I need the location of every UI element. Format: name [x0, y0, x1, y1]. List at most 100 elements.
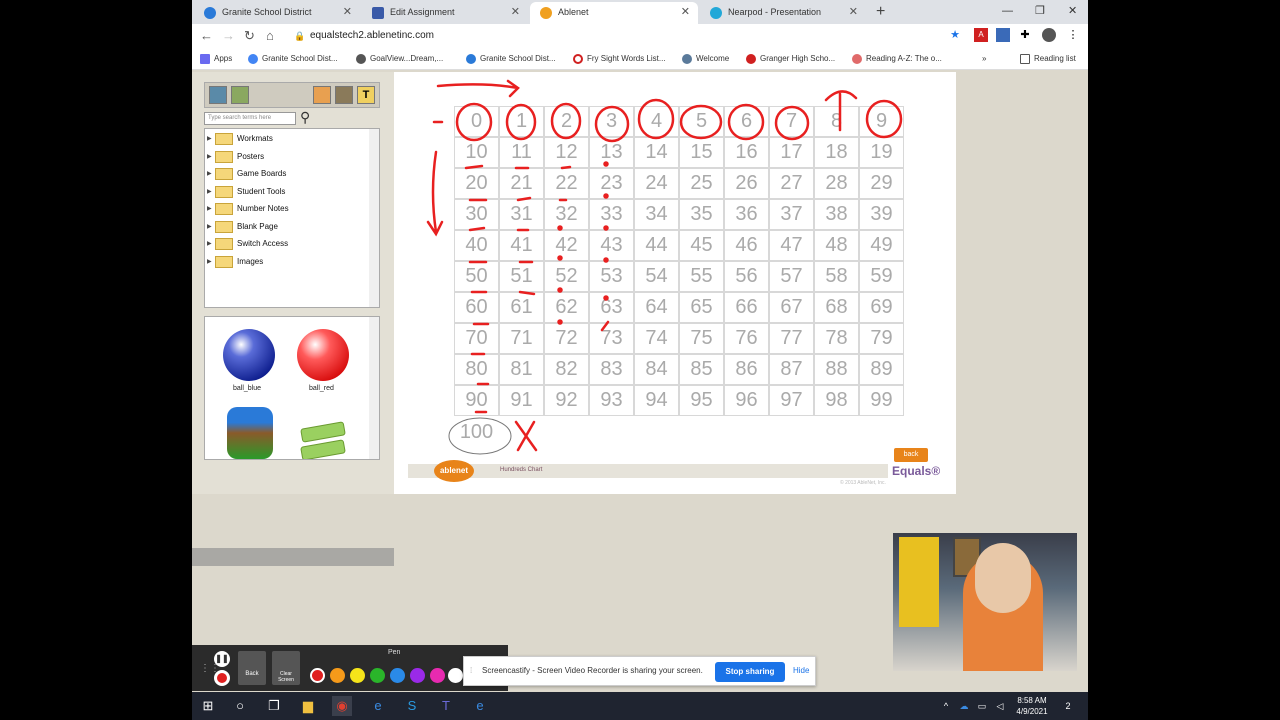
number-cell[interactable]: 7	[769, 106, 814, 137]
character-image[interactable]	[227, 407, 273, 459]
bookmark-overflow[interactable]: »	[982, 52, 986, 66]
ie-icon[interactable]: e	[470, 696, 490, 716]
number-cell[interactable]: 15	[679, 137, 724, 168]
bookmark-goalview[interactable]: GoalView...Dream,...	[356, 52, 443, 66]
number-cell[interactable]: 52	[544, 261, 589, 292]
folder-switch-access[interactable]: ▶ Switch Access	[207, 236, 367, 252]
number-cell[interactable]: 0	[454, 106, 499, 137]
color-orange[interactable]	[330, 668, 345, 683]
number-cell[interactable]: 32	[544, 199, 589, 230]
number-cell[interactable]: 37	[769, 199, 814, 230]
expand-arrow-icon[interactable]: ▶	[207, 184, 212, 200]
expand-arrow-icon[interactable]: ▶	[207, 149, 212, 165]
number-cell[interactable]: 79	[859, 323, 904, 354]
expand-arrow-icon[interactable]: ▶	[207, 236, 212, 252]
tab-granite[interactable]: Granite School District ✕	[194, 2, 360, 24]
number-cell[interactable]: 10	[454, 137, 499, 168]
number-cell[interactable]: 17	[769, 137, 814, 168]
number-cell[interactable]: 16	[724, 137, 769, 168]
number-cell[interactable]: 55	[679, 261, 724, 292]
number-cell[interactable]: 5	[679, 106, 724, 137]
folder-game-boards[interactable]: ▶ Game Boards	[207, 166, 367, 182]
number-cell[interactable]: 87	[769, 354, 814, 385]
number-cell[interactable]: 89	[859, 354, 904, 385]
expand-arrow-icon[interactable]: ▶	[207, 201, 212, 217]
number-cell[interactable]: 71	[499, 323, 544, 354]
clear-screen-button[interactable]: Clear Screen	[272, 651, 300, 685]
number-cell[interactable]: 23	[589, 168, 634, 199]
number-cell[interactable]: 2	[544, 106, 589, 137]
back-arrow-icon[interactable]: ←	[200, 28, 213, 44]
number-cell[interactable]: 14	[634, 137, 679, 168]
search-icon[interactable]: ○	[230, 696, 250, 716]
back-button[interactable]: back	[894, 448, 928, 462]
number-cell[interactable]: 44	[634, 230, 679, 261]
number-cell[interactable]: 39	[859, 199, 904, 230]
hide-button[interactable]: Hide	[793, 666, 809, 675]
folder-blank-page[interactable]: ▶ Blank Page	[207, 219, 367, 235]
pen-tool-icon[interactable]	[335, 86, 353, 104]
edit-icon[interactable]	[231, 86, 249, 104]
grid-icon[interactable]	[313, 86, 331, 104]
expand-arrow-icon[interactable]: ▶	[207, 219, 212, 235]
pause-icon[interactable]: ❚❚	[214, 651, 230, 667]
url-field[interactable]: 🔒 equalstech2.ablenetinc.com	[286, 27, 966, 45]
close-icon[interactable]: ✕	[511, 2, 520, 22]
skype-icon[interactable]: S	[402, 696, 422, 716]
number-cell[interactable]: 72	[544, 323, 589, 354]
puzzle-icon[interactable]: ✚	[1018, 28, 1032, 42]
number-cell[interactable]: 92	[544, 385, 589, 416]
number-cell[interactable]: 3	[589, 106, 634, 137]
number-cell[interactable]: 53	[589, 261, 634, 292]
number-cell[interactable]: 90	[454, 385, 499, 416]
number-cell[interactable]: 68	[814, 292, 859, 323]
number-cell[interactable]: 35	[679, 199, 724, 230]
number-cell[interactable]: 98	[814, 385, 859, 416]
number-cell[interactable]: 40	[454, 230, 499, 261]
number-cell[interactable]: 29	[859, 168, 904, 199]
number-cell[interactable]: 6	[724, 106, 769, 137]
expand-arrow-icon[interactable]: ▶	[207, 166, 212, 182]
tab-ablenet[interactable]: Ablenet ✕	[530, 2, 698, 24]
chrome-icon[interactable]: ◉	[332, 696, 352, 716]
number-cell[interactable]: 8	[814, 106, 859, 137]
number-cell[interactable]: 62	[544, 292, 589, 323]
drag-handle-icon[interactable]: ⁞	[470, 666, 472, 675]
expand-arrow-icon[interactable]: ▶	[207, 131, 212, 147]
profile-avatar[interactable]	[1042, 28, 1056, 42]
forward-arrow-icon[interactable]: →	[222, 28, 235, 44]
number-cell[interactable]: 13	[589, 137, 634, 168]
number-cell[interactable]: 34	[634, 199, 679, 230]
number-cell[interactable]: 43	[589, 230, 634, 261]
number-cell[interactable]: 60	[454, 292, 499, 323]
tray-chevron-icon[interactable]: ^	[936, 696, 956, 716]
number-cell[interactable]: 69	[859, 292, 904, 323]
folder-images[interactable]: ▶ Images	[207, 254, 367, 270]
bookmark-reading-az[interactable]: Reading A-Z: The o...	[852, 52, 942, 66]
number-cell[interactable]: 26	[724, 168, 769, 199]
number-cell[interactable]: 28	[814, 168, 859, 199]
number-cell[interactable]: 56	[724, 261, 769, 292]
number-cell[interactable]: 85	[679, 354, 724, 385]
number-cell[interactable]: 30	[454, 199, 499, 230]
bookmark-apps[interactable]: Apps	[200, 52, 232, 66]
back-tool-button[interactable]: Back	[238, 651, 266, 685]
bookmark-granite-1[interactable]: Granite School Dist...	[248, 52, 338, 66]
close-icon[interactable]: ✕	[849, 2, 858, 22]
number-cell[interactable]: 49	[859, 230, 904, 261]
number-cell[interactable]: 82	[544, 354, 589, 385]
number-cell[interactable]: 61	[499, 292, 544, 323]
number-cell[interactable]: 74	[634, 323, 679, 354]
close-window-button[interactable]: ✕	[1068, 0, 1077, 22]
number-cell[interactable]: 45	[679, 230, 724, 261]
number-cell[interactable]: 4	[634, 106, 679, 137]
folder-student-tools[interactable]: ▶ Student Tools	[207, 184, 367, 200]
search-icon[interactable]: ⚲	[300, 109, 310, 126]
number-cell[interactable]: 36	[724, 199, 769, 230]
number-cell[interactable]: 58	[814, 261, 859, 292]
number-cell[interactable]: 65	[679, 292, 724, 323]
extension-icon[interactable]	[996, 28, 1010, 42]
number-cell[interactable]: 47	[769, 230, 814, 261]
number-cell[interactable]: 96	[724, 385, 769, 416]
number-cell[interactable]: 67	[769, 292, 814, 323]
